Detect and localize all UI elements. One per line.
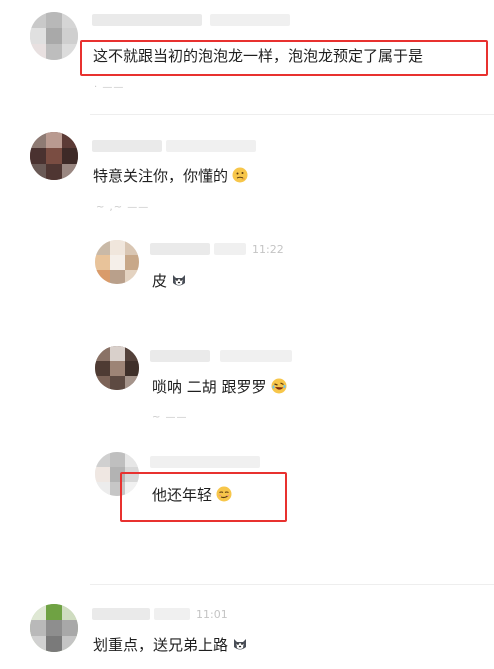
- avatar[interactable]: [30, 132, 78, 180]
- husky-dog-emoji-icon: [173, 275, 186, 286]
- meta-blurred: [154, 608, 190, 620]
- meta-blurred: [166, 140, 256, 152]
- thinking-emoji-icon: [232, 167, 248, 183]
- username-blurred[interactable]: [92, 140, 162, 152]
- divider: [90, 584, 494, 585]
- comment-time: 11:01: [196, 608, 228, 621]
- husky-dog-emoji-icon: [234, 639, 247, 650]
- comment-text: 特意关注你，你懂的: [93, 166, 248, 186]
- username-blurred[interactable]: [150, 456, 260, 468]
- meta-blurred: [210, 14, 290, 26]
- rolling-laugh-emoji-icon: [271, 378, 287, 394]
- divider: [90, 114, 494, 115]
- action-row-blurred[interactable]: · ——: [94, 82, 124, 93]
- comment-text-content: 特意关注你，你懂的: [93, 167, 229, 185]
- reply-time: 11:22: [252, 243, 284, 256]
- comment-text: 皮: [152, 271, 187, 291]
- username-blurred[interactable]: [92, 608, 150, 620]
- meta-blurred: [214, 243, 246, 255]
- meta-blurred: [220, 350, 292, 362]
- action-row-blurred[interactable]: ~ ——: [152, 412, 188, 423]
- username-blurred[interactable]: [92, 14, 202, 26]
- comment-text: 唢呐 二胡 跟罗罗: [152, 377, 287, 397]
- action-row-blurred[interactable]: ~ ,~ ——: [96, 202, 149, 213]
- avatar[interactable]: [95, 346, 139, 390]
- comment-text: 划重点，送兄弟上路: [93, 635, 248, 655]
- username-blurred[interactable]: [150, 350, 210, 362]
- highlight-box: [80, 40, 488, 76]
- username-blurred[interactable]: [150, 243, 210, 255]
- avatar[interactable]: [95, 240, 139, 284]
- comment-text-content: 划重点，送兄弟上路: [93, 636, 229, 654]
- avatar[interactable]: [30, 12, 78, 60]
- comment-text-content: 皮: [152, 272, 168, 290]
- highlight-box: [120, 472, 287, 522]
- comment-text-content: 唢呐 二胡 跟罗罗: [152, 378, 267, 396]
- avatar[interactable]: [30, 604, 78, 652]
